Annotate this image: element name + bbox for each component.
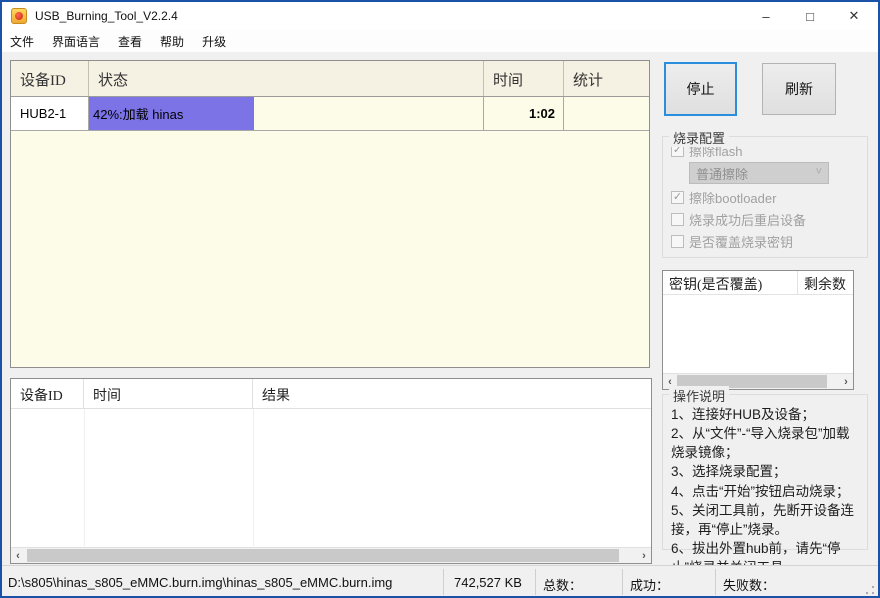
menu-language[interactable]: 界面语言 [52, 33, 100, 50]
stop-button[interactable]: 停止 [664, 62, 737, 116]
erase-mode-value: 普通擦除 [696, 164, 748, 183]
status-fail-label: 失败数： [723, 575, 775, 594]
instructions-body: 1、连接好HUB及设备； 2、从“文件”-“导入烧录包”加载烧录镜像； 3、选择… [663, 395, 867, 577]
device-id-cell: HUB2-1 [11, 97, 89, 130]
instruction-line: 4、点击“开始”按钮启动烧录； [671, 482, 861, 501]
reboot-after-label: 烧录成功后重启设备 [689, 210, 806, 229]
app-window: USB_Burning_Tool_V2.2.4 – □ ✕ 文件 界面语言 查看… [0, 0, 880, 598]
reboot-after-row[interactable]: 烧录成功后重启设备 [671, 210, 867, 228]
reboot-after-checkbox[interactable] [671, 213, 684, 226]
status-divider [443, 569, 444, 595]
header-remaining: 剩余数 [798, 271, 853, 294]
status-file-path: D:\s805\hinas_s805_eMMC.burn.img\hinas_s… [8, 575, 392, 590]
erase-mode-dropdown[interactable]: 普通擦除 ˅ [689, 162, 829, 184]
header-result: 结果 [253, 379, 651, 408]
header-time: 时间 [84, 379, 253, 408]
instruction-line: 2、从“文件”-“导入烧录包”加载烧录镜像； [671, 424, 861, 462]
erase-bootloader-row[interactable]: ✓ 擦除bootloader [671, 188, 867, 206]
status-file-size: 742,527 KB [454, 575, 522, 590]
result-table-header: 设备ID 时间 结果 [11, 379, 651, 409]
status-total-label: 总数： [543, 575, 582, 594]
erase-bootloader-label: 擦除bootloader [689, 188, 776, 207]
scroll-right-icon[interactable]: › [839, 374, 853, 389]
resize-grip-icon[interactable] [865, 585, 875, 595]
status-cell: 42%:加载 hinas [89, 97, 484, 130]
column-divider [84, 409, 85, 546]
burn-config-group: 烧录配置 ✓ 擦除flash 普通擦除 ˅ ✓ 擦除bootloader 烧录成… [662, 136, 868, 258]
minimize-button[interactable]: – [744, 2, 788, 30]
header-key: 密钥(是否覆盖) [663, 271, 798, 294]
device-table-header: 设备ID 状态 时间 统计 [11, 61, 649, 97]
key-table-header: 密钥(是否覆盖) 剩余数 [663, 271, 853, 295]
instruction-line: 3、选择烧录配置； [671, 462, 861, 481]
header-status: 状态 [89, 61, 484, 96]
overwrite-key-row[interactable]: 是否覆盖烧录密钥 [671, 232, 867, 250]
header-time: 时间 [484, 61, 564, 96]
erase-bootloader-checkbox[interactable]: ✓ [671, 191, 684, 204]
chevron-down-icon: ˅ [816, 166, 822, 178]
column-divider [253, 409, 254, 546]
close-button[interactable]: ✕ [832, 2, 876, 30]
instructions-title: 操作说明 [669, 386, 729, 405]
menu-file[interactable]: 文件 [10, 33, 34, 50]
overwrite-key-label: 是否覆盖烧录密钥 [689, 232, 793, 251]
status-success-label: 成功： [630, 575, 669, 594]
progress-label: 42%:加载 hinas [93, 97, 183, 130]
device-burn-table: 设备ID 状态 时间 统计 HUB2-1 42%:加载 hinas 1:02 [10, 60, 650, 368]
menu-view[interactable]: 查看 [118, 33, 142, 50]
app-icon [11, 8, 27, 24]
scroll-right-icon[interactable]: › [637, 548, 651, 563]
burn-config-title: 烧录配置 [669, 128, 729, 147]
menu-bar: 文件 界面语言 查看 帮助 升级 [2, 30, 878, 52]
window-controls: – □ ✕ [744, 2, 876, 30]
stats-cell [564, 97, 649, 130]
maximize-button[interactable]: □ [788, 2, 832, 30]
header-device-id: 设备ID [11, 61, 89, 96]
instruction-line: 1、连接好HUB及设备； [671, 405, 861, 424]
window-title: USB_Burning_Tool_V2.2.4 [35, 9, 178, 23]
scroll-left-icon[interactable]: ‹ [11, 548, 25, 563]
header-device-id: 设备ID [11, 379, 84, 408]
menu-help[interactable]: 帮助 [160, 33, 184, 50]
instructions-group: 操作说明 1、连接好HUB及设备； 2、从“文件”-“导入烧录包”加载烧录镜像；… [662, 394, 868, 550]
title-bar: USB_Burning_Tool_V2.2.4 – □ ✕ [2, 2, 878, 30]
status-bar: D:\s805\hinas_s805_eMMC.burn.img\hinas_s… [2, 565, 878, 598]
overwrite-key-checkbox[interactable] [671, 235, 684, 248]
status-divider [715, 569, 716, 595]
result-table-hscrollbar[interactable]: ‹ › [11, 547, 651, 563]
result-table: 设备ID 时间 结果 ‹ › [10, 378, 652, 564]
scroll-thumb[interactable] [27, 549, 619, 562]
status-divider [535, 569, 536, 595]
header-stats: 统计 [564, 61, 649, 96]
device-row[interactable]: HUB2-1 42%:加载 hinas 1:02 [11, 97, 649, 131]
time-cell: 1:02 [484, 97, 564, 130]
instruction-line: 5、关闭工具前，先断开设备连接，再“停止”烧录。 [671, 501, 861, 539]
status-divider [622, 569, 623, 595]
key-table: 密钥(是否覆盖) 剩余数 ‹ › [662, 270, 854, 390]
refresh-button[interactable]: 刷新 [762, 63, 836, 115]
menu-upgrade[interactable]: 升级 [202, 33, 226, 50]
